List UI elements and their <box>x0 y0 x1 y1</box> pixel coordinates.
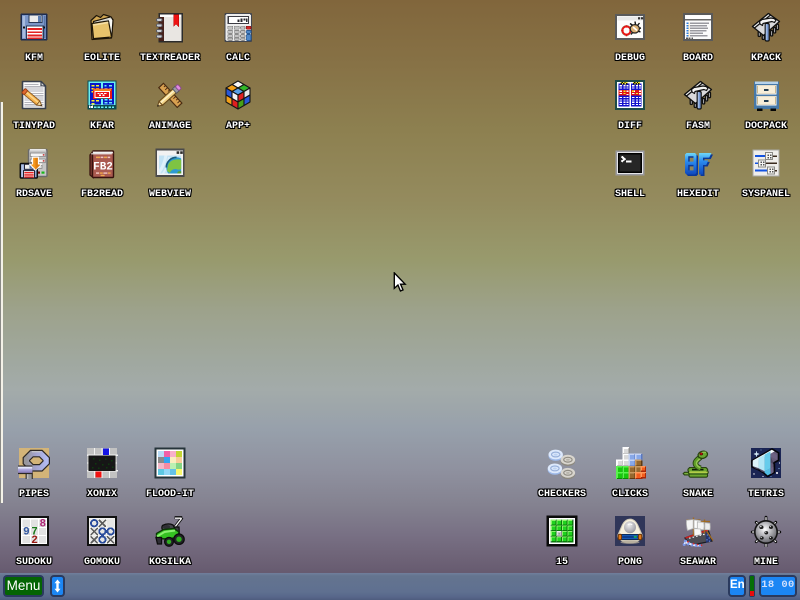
svg-text:9: 9 <box>23 527 30 539</box>
svg-text:2: 2 <box>31 535 38 547</box>
svg-text:8: 8 <box>39 518 46 530</box>
svg-text:FB2: FB2 <box>93 162 113 174</box>
